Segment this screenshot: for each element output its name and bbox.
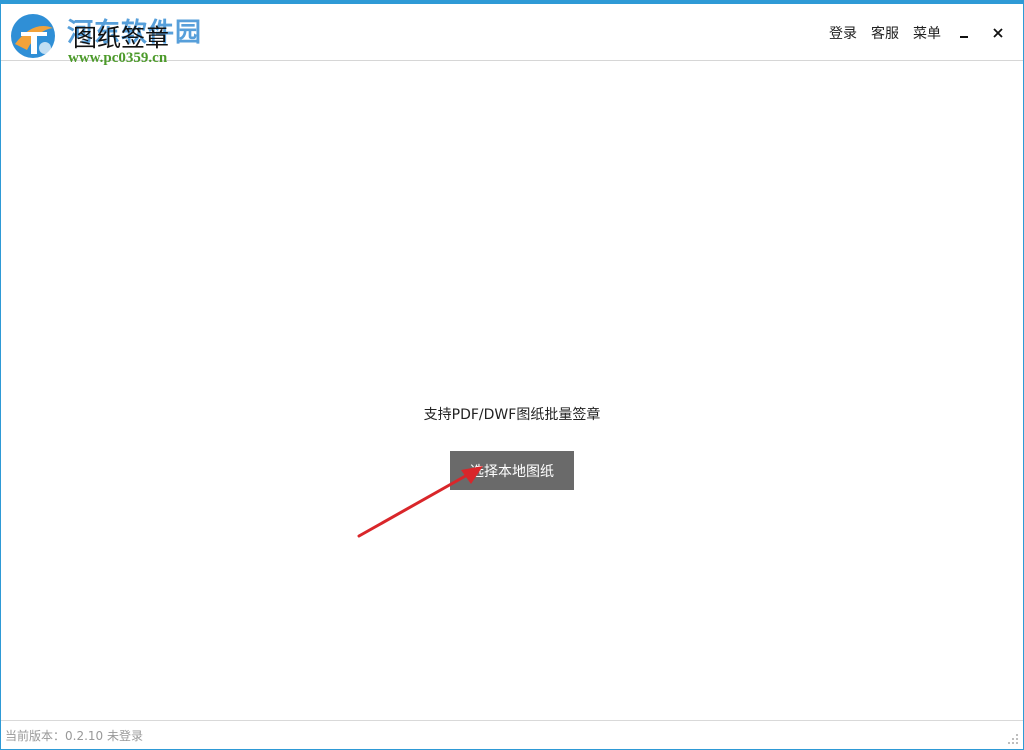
close-button[interactable] — [987, 22, 1009, 44]
status-bar: 当前版本：0.2.10 未登录 — [1, 720, 1023, 749]
minimize-icon — [960, 36, 968, 38]
top-actions: 登录 客服 菜单 — [815, 22, 1009, 44]
minimize-button[interactable] — [953, 22, 975, 44]
choose-local-drawing-button[interactable]: 选择本地图纸 — [450, 451, 574, 490]
main-content: 支持PDF/DWF图纸批量签章 选择本地图纸 — [1, 61, 1023, 723]
support-formats-text: 支持PDF/DWF图纸批量签章 — [423, 407, 601, 423]
version-status-text: 当前版本：0.2.10 未登录 — [5, 729, 143, 743]
customer-service-button[interactable]: 客服 — [871, 23, 899, 43]
close-icon — [993, 28, 1003, 38]
login-button[interactable]: 登录 — [829, 23, 857, 43]
resize-grip-icon[interactable] — [1007, 733, 1019, 745]
site-logo-icon — [11, 14, 55, 58]
menu-button[interactable]: 菜单 — [913, 23, 941, 43]
app-title: 图纸签章 — [73, 24, 169, 52]
app-window: 河东软件园 www.pc0359.cn 图纸签章 登录 客服 菜单 支持PDF/… — [0, 0, 1024, 750]
title-bar: 河东软件园 www.pc0359.cn 图纸签章 登录 客服 菜单 — [1, 4, 1023, 66]
